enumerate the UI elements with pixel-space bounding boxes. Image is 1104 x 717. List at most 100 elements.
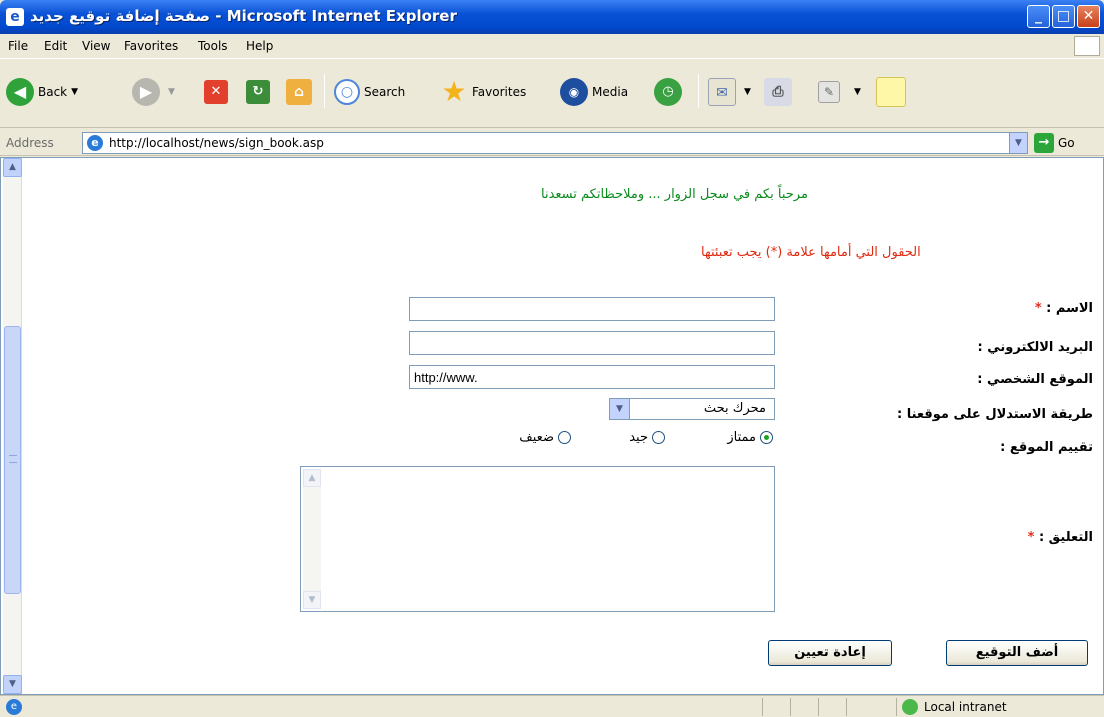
status-pane (762, 698, 763, 716)
chevron-down-icon[interactable]: ▼ (168, 87, 175, 97)
back-arrow-icon: ◀ (6, 78, 34, 106)
maximize-button[interactable]: □ (1052, 5, 1075, 28)
close-button[interactable]: ✕ (1077, 5, 1100, 28)
website-input[interactable] (409, 365, 775, 389)
address-bar: Address e http://localhost/news/sign_boo… (0, 130, 1104, 156)
submit-button[interactable]: أضف التوقيع (946, 640, 1088, 666)
menu-view[interactable]: View (82, 39, 110, 53)
ie-page-icon: e (6, 8, 24, 26)
sticky-note-icon (876, 77, 906, 107)
chevron-down-icon[interactable]: ▼ (854, 87, 861, 97)
menu-tools[interactable]: Tools (198, 39, 228, 53)
print-icon: ⎙ (764, 78, 792, 106)
rating-excellent-radio[interactable]: ممتاز (727, 430, 773, 445)
required-star: * (1027, 530, 1035, 545)
name-input[interactable] (409, 297, 775, 321)
radio-icon (652, 431, 665, 444)
required-notice: الحقول التي أمامها علامة (*) يجب تعبئتها (701, 245, 921, 260)
vertical-scrollbar[interactable]: ▲ ▼ (3, 158, 22, 694)
ie-page-icon: e (6, 699, 22, 715)
window-title: صفحة إضافة توقيع جديد - Microsoft Intern… (30, 7, 457, 25)
stop-button[interactable]: ✕ (204, 70, 232, 114)
comment-label-text: التعليق : (1038, 530, 1093, 545)
favorites-button[interactable]: ★ Favorites (440, 70, 526, 114)
chevron-down-icon[interactable]: ▼ (610, 399, 630, 419)
toolbar-separator (324, 74, 325, 108)
toolbar-separator (698, 74, 699, 108)
radio-selected-icon (760, 431, 773, 444)
scroll-up-icon[interactable]: ▲ (303, 469, 321, 487)
media-icon: ◉ (560, 78, 588, 106)
status-pane (846, 698, 847, 716)
history-button[interactable]: ◷ (654, 70, 686, 114)
menu-help[interactable]: Help (246, 39, 273, 53)
stop-icon: ✕ (204, 80, 228, 104)
title-bar: e صفحة إضافة توقيع جديد - Microsoft Inte… (0, 0, 1104, 34)
rating-weak-radio[interactable]: ضعيف (519, 430, 571, 445)
grip-icon (9, 455, 17, 463)
page-content: ▲ ▼ مرحباً بكم في سجل الزوار ... وملاحظا… (0, 157, 1104, 695)
forward-button[interactable]: ▶ ▼ (132, 70, 175, 114)
print-button[interactable]: ⎙ (764, 70, 796, 114)
minimize-button[interactable]: _ (1027, 5, 1050, 28)
reset-button[interactable]: إعادة تعيين (768, 640, 892, 666)
mail-button[interactable]: ✉ ▼ (708, 70, 751, 114)
rating-weak-label: ضعيف (519, 430, 554, 445)
browser-window: e صفحة إضافة توقيع جديد - Microsoft Inte… (0, 0, 1104, 717)
menu-bar: File Edit View Favorites Tools Help (0, 34, 1104, 59)
textarea-scrollbar[interactable]: ▲ ▼ (303, 469, 321, 609)
refresh-button[interactable]: ↻ (246, 70, 274, 114)
edit-button[interactable]: ✎ ▼ (818, 70, 861, 114)
scroll-down-icon[interactable]: ▼ (303, 591, 321, 609)
email-input[interactable] (409, 331, 775, 355)
status-pane (790, 698, 791, 716)
email-label: البريد الالكتروني : (977, 340, 1093, 355)
forward-arrow-icon: ▶ (132, 78, 160, 106)
status-bar: e Local intranet (0, 695, 1104, 717)
menu-edit[interactable]: Edit (44, 39, 67, 53)
chevron-down-icon[interactable]: ▼ (1009, 133, 1027, 153)
back-label: Back (38, 85, 68, 99)
mail-icon: ✉ (708, 78, 736, 106)
chevron-down-icon[interactable]: ▼ (744, 87, 751, 97)
go-label: Go (1058, 136, 1075, 150)
comment-label: التعليق : * (1028, 530, 1093, 545)
rating-good-radio[interactable]: جيد (629, 430, 665, 445)
notes-button[interactable] (876, 70, 910, 114)
menu-file[interactable]: File (8, 39, 28, 53)
address-url[interactable]: http://localhost/news/sign_book.asp (109, 136, 324, 150)
back-button[interactable]: ◀ Back ▼ (6, 70, 78, 114)
intranet-globe-icon (902, 699, 918, 715)
address-input[interactable]: e http://localhost/news/sign_book.asp ▼ (82, 132, 1028, 154)
rating-label: تقييم الموقع : (1000, 440, 1093, 455)
search-label: Search (364, 85, 406, 99)
rating-good-label: جيد (629, 430, 648, 445)
search-button[interactable]: ○ Search (334, 70, 405, 114)
comment-textarea[interactable]: ▲ ▼ (300, 466, 775, 612)
home-button[interactable]: ⌂ (286, 70, 316, 114)
media-button[interactable]: ◉ Media (560, 70, 628, 114)
zone-label: Local intranet (924, 700, 1007, 714)
referral-selected-value: محرك بحث (703, 401, 766, 416)
radio-icon (558, 431, 571, 444)
standard-toolbar: ◀ Back ▼ ▶ ▼ ✕ ↻ ⌂ ○ Search ★ Favorites … (0, 60, 1104, 128)
referral-label: طريقة الاستدلال على موقعنا : (896, 407, 1093, 422)
history-icon: ◷ (654, 78, 682, 106)
scroll-up-icon[interactable]: ▲ (3, 158, 22, 177)
name-label: الاسم : * (1035, 301, 1093, 316)
menu-favorites[interactable]: Favorites (124, 39, 178, 53)
chevron-down-icon[interactable]: ▼ (71, 87, 78, 97)
status-pane (896, 698, 897, 716)
media-label: Media (592, 85, 629, 99)
scroll-down-icon[interactable]: ▼ (3, 675, 22, 694)
ie-page-icon: e (87, 135, 103, 151)
home-icon: ⌂ (286, 79, 312, 105)
scroll-thumb[interactable] (4, 326, 21, 594)
referral-select[interactable]: ▼ محرك بحث (609, 398, 775, 420)
required-star: * (1034, 301, 1042, 316)
status-pane (818, 698, 819, 716)
go-button[interactable]: → Go (1034, 133, 1075, 153)
go-arrow-icon: → (1034, 133, 1054, 153)
edit-page-icon: ✎ (818, 81, 840, 103)
address-label: Address (6, 136, 54, 150)
